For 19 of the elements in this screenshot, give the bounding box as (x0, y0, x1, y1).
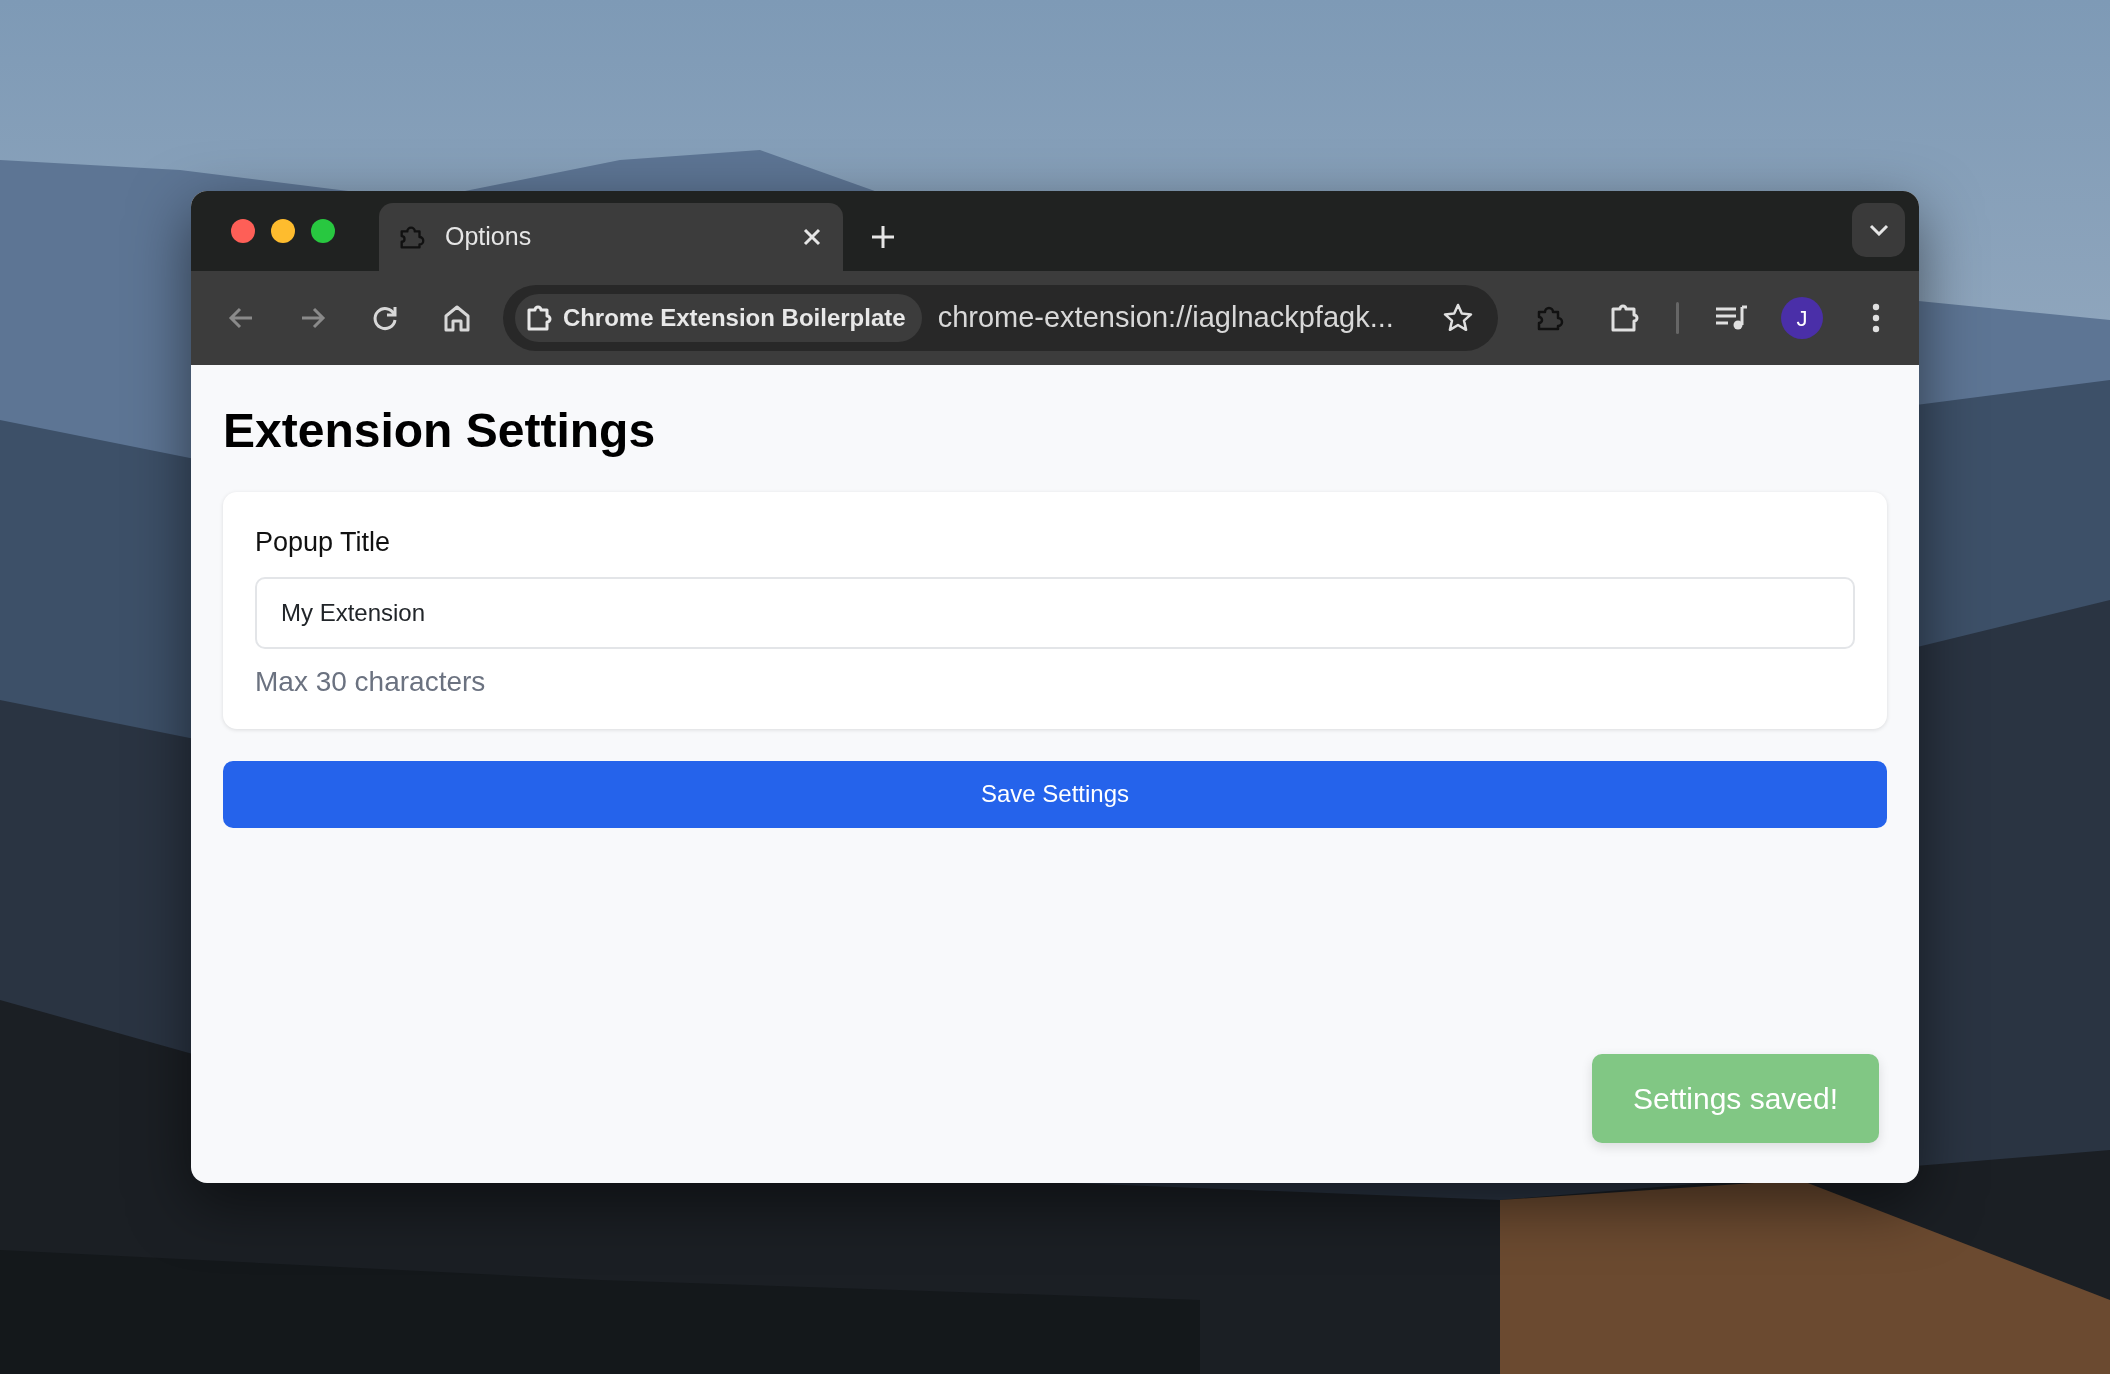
minimize-window-button[interactable] (271, 219, 295, 243)
profile-avatar[interactable]: J (1781, 297, 1823, 339)
save-button[interactable]: Save Settings (223, 760, 1887, 828)
toast-notification: Settings saved! (1592, 1054, 1879, 1143)
field-label: Popup Title (255, 526, 392, 560)
url-text: chrome-extension://iaglnackpfagk... (937, 300, 1395, 336)
tab-title: Options (445, 221, 533, 253)
new-tab-plus-icon[interactable] (870, 224, 896, 250)
address-bar[interactable]: Chrome Extension Boilerplate chrome-extension://iaglnackpfagk... (502, 285, 1499, 351)
extension-name: Chrome Extension Boilerplate (562, 303, 906, 333)
browser-tab[interactable]: Options (379, 203, 843, 271)
close-window-button[interactable] (231, 219, 255, 243)
input-field[interactable]: My Extension (255, 576, 1855, 649)
extension-chip[interactable]: Chrome Extension Boilerplate (514, 294, 922, 342)
maximize-window-button[interactable] (311, 219, 335, 243)
page-heading: Extension Settings (223, 403, 657, 459)
tab-search-button[interactable] (1852, 203, 1905, 257)
chevron-down-icon (1868, 224, 1889, 236)
help-text: Max 30 characters (255, 664, 487, 699)
